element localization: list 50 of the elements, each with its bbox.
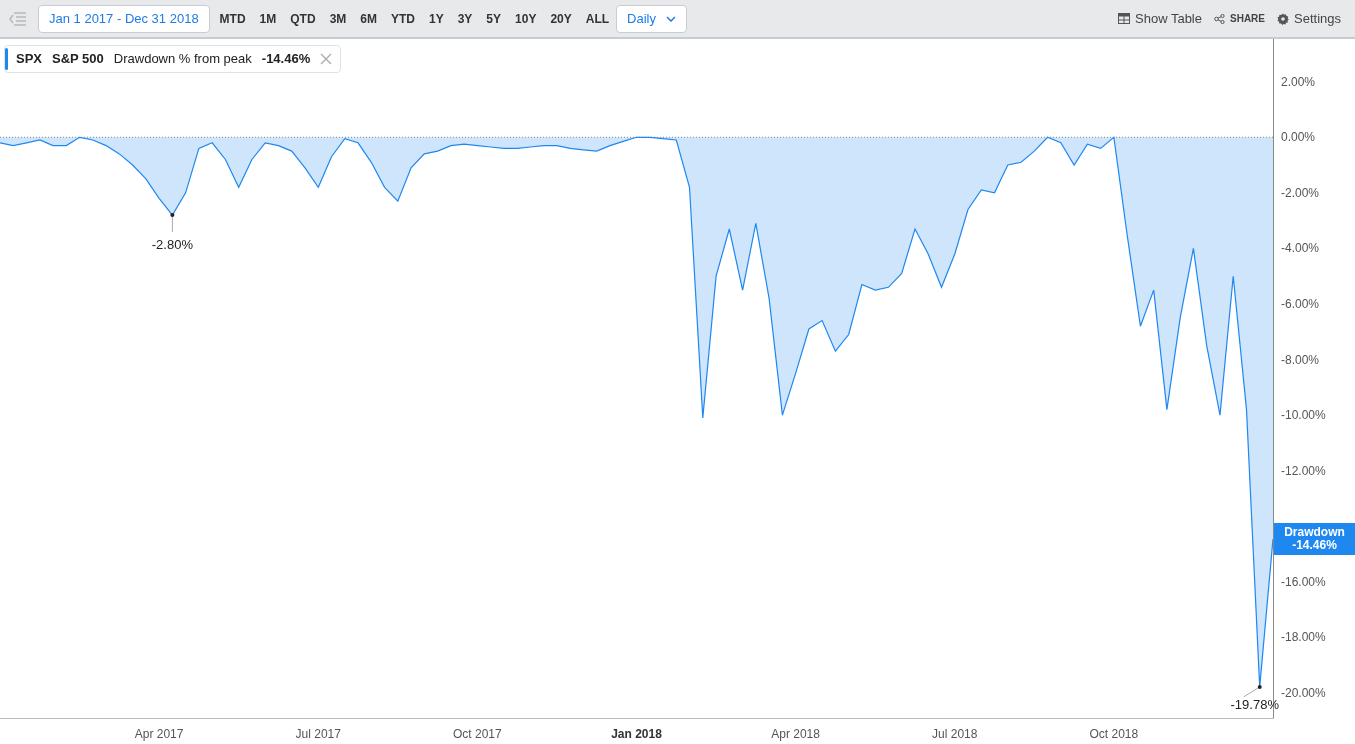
period-button[interactable]: YTD [383,4,422,33]
legend-value: -14.46% [261,50,311,69]
date-range-button[interactable]: Jan 1 2017 - Dec 31 2018 [38,4,210,33]
x-axis-label: Jul 2018 [932,727,978,741]
period-button[interactable]: MTD [212,4,253,33]
period-button[interactable]: 20Y [543,4,579,33]
period-button[interactable]: ALL [578,4,617,33]
min-point-marker [1243,684,1262,698]
legend-metric: Drawdown % from peak [113,50,252,69]
y-axis-label: 2.00% [1281,74,1316,89]
share-button[interactable]: SHARE [1214,11,1265,26]
x-axis-label: Jul 2017 [295,727,341,741]
x-axis-label: Apr 2018 [771,727,820,741]
period-button[interactable]: 1Y [421,4,451,33]
chevron-down-icon [666,15,676,22]
period-button[interactable]: 3Y [450,4,480,33]
table-button[interactable]: Show Table [1118,8,1202,29]
badge-label: Drawdown [1284,526,1345,539]
y-axis-label: -16.00% [1281,574,1326,589]
y-axis-label: -12.00% [1281,463,1326,478]
y-axis-label: -2.00% [1281,185,1320,200]
min-point-marker [170,213,175,233]
close-icon[interactable] [320,53,333,65]
settings-button[interactable]: Settings [1277,8,1341,29]
y-axis-label: -10.00% [1281,408,1326,423]
period-button[interactable]: 10Y [508,4,544,33]
x-axis-label: Oct 2017 [453,727,502,741]
x-axis-label: Oct 2018 [1089,727,1139,741]
table-icon [1118,13,1130,24]
y-axis-label: -6.00% [1281,297,1320,311]
point-annotation: -19.78% [1230,696,1279,712]
settings-icon [1277,12,1289,25]
y-axis-label: -18.00% [1281,630,1326,645]
period-button[interactable]: 1M [252,4,284,33]
period-button[interactable]: 3M [322,4,354,33]
y-axis-label: -20.00% [1281,686,1326,700]
period-button[interactable]: 5Y [479,4,509,33]
interval-dropdown[interactable]: Daily [616,4,687,33]
x-axis-label: Apr 2017 [134,727,184,741]
y-axis-label: 0.00% [1281,130,1316,145]
point-annotation: -2.80% [151,237,193,253]
share-icon [1214,13,1225,24]
legend-name: S&P 500 [52,50,104,69]
y-axis-label: -8.00% [1281,352,1320,367]
badge-value: -14.46% [1292,539,1337,552]
x-axis-label: Jan 2018 [611,727,662,741]
y-axis-label: -4.00% [1281,241,1320,256]
legend-symbol: SPX [16,50,42,69]
period-button[interactable]: QTD [283,4,323,33]
period-button[interactable]: 6M [353,4,384,33]
